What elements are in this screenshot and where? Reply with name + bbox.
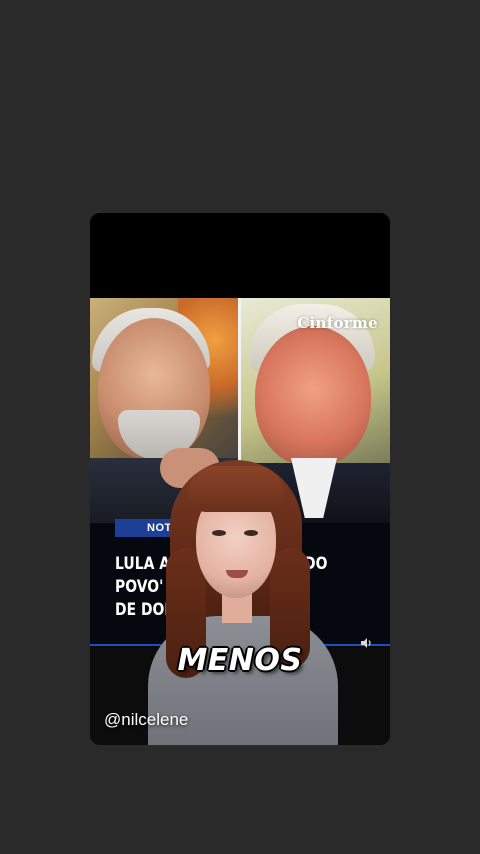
letterbox-top — [90, 213, 390, 298]
source-logo: Cinforme — [297, 314, 378, 332]
video-frame[interactable]: Cinforme NOTÍCIA LULA AFIRMA 'O BOLSO DO… — [90, 213, 390, 745]
story-viewer: Cinforme NOTÍCIA LULA AFIRMA 'O BOLSO DO… — [0, 0, 480, 854]
creator-handle[interactable]: @nilcelene — [104, 710, 188, 730]
presenter-overlay — [148, 458, 338, 745]
subtitle-caption: MENOS — [176, 642, 303, 679]
